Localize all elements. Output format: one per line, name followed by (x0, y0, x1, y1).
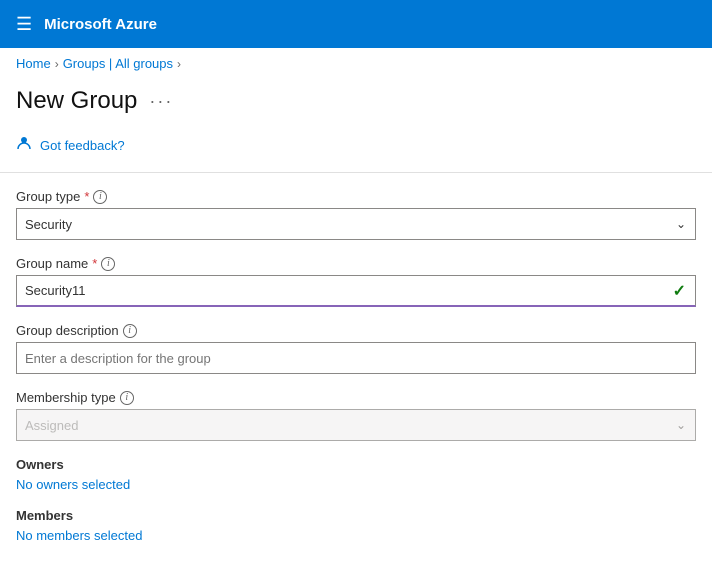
breadcrumb-home[interactable]: Home (16, 56, 51, 71)
members-section: Members No members selected (16, 508, 696, 543)
topbar-title: Microsoft Azure (44, 16, 157, 33)
members-label: Members (16, 508, 696, 523)
feedback-link[interactable]: Got feedback? (40, 138, 125, 153)
group-name-input-wrapper: ✓ (16, 275, 696, 307)
group-description-input[interactable] (16, 342, 696, 374)
group-type-info-icon[interactable]: i (93, 190, 107, 204)
group-type-select-wrapper: Security Microsoft 365 ⌄ (16, 208, 696, 240)
group-description-info-icon[interactable]: i (123, 324, 137, 338)
page-title: New Group (16, 87, 137, 115)
owners-section: Owners No owners selected (16, 457, 696, 492)
group-name-info-icon[interactable]: i (101, 257, 115, 271)
group-type-select[interactable]: Security Microsoft 365 (16, 208, 696, 240)
group-description-field: Group description i (16, 323, 696, 374)
membership-type-select-wrapper: Assigned Dynamic User Dynamic Device ⌄ (16, 409, 696, 441)
group-name-input[interactable] (16, 275, 696, 307)
group-type-required: * (84, 189, 89, 204)
owners-label: Owners (16, 457, 696, 472)
hamburger-icon[interactable]: ☰ (16, 14, 32, 35)
membership-type-field: Membership type i Assigned Dynamic User … (16, 390, 696, 441)
more-options-icon[interactable]: ··· (149, 91, 173, 112)
membership-type-info-icon[interactable]: i (120, 391, 134, 405)
no-owners-link[interactable]: No owners selected (16, 477, 130, 492)
feedback-person-icon (16, 135, 32, 156)
topbar: ☰ Microsoft Azure (0, 0, 712, 48)
group-type-field: Group type * i Security Microsoft 365 ⌄ (16, 189, 696, 240)
feedback-bar: Got feedback? (0, 127, 712, 173)
form-area: Group type * i Security Microsoft 365 ⌄ … (0, 181, 712, 567)
group-name-required: * (92, 256, 97, 271)
breadcrumb-sep-1: › (55, 57, 59, 71)
group-type-label: Group type * i (16, 189, 696, 204)
membership-type-label: Membership type i (16, 390, 696, 405)
group-name-label: Group name * i (16, 256, 696, 271)
membership-type-select[interactable]: Assigned Dynamic User Dynamic Device (16, 409, 696, 441)
group-description-input-wrapper (16, 342, 696, 374)
group-name-field: Group name * i ✓ (16, 256, 696, 307)
group-name-valid-icon: ✓ (673, 281, 686, 301)
group-description-label: Group description i (16, 323, 696, 338)
breadcrumb-sep-2: › (177, 57, 181, 71)
breadcrumb: Home › Groups | All groups › (0, 48, 712, 79)
page-header: New Group ··· (0, 79, 712, 127)
breadcrumb-groups[interactable]: Groups | All groups (63, 56, 173, 71)
no-members-link[interactable]: No members selected (16, 528, 142, 543)
